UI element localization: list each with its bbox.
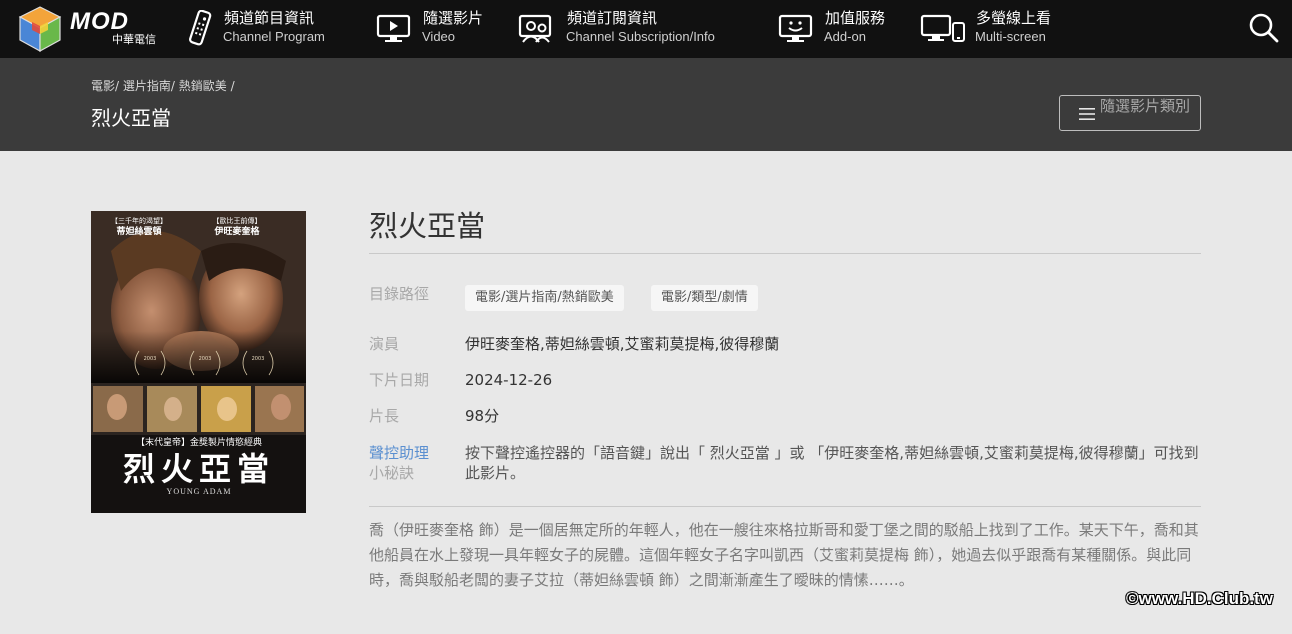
remote-control-icon — [189, 10, 212, 46]
offdate-label: 下片日期 — [369, 371, 430, 389]
nav-video[interactable]: 隨選影片 Video — [376, 8, 491, 50]
nav-label-zh: 隨選影片 — [423, 9, 484, 27]
hamburger-menu-icon — [1079, 108, 1095, 120]
voice-assistant-tip-label: 小秘訣 — [369, 464, 415, 482]
movie-synopsis: 喬（伊旺麥奎格 飾）是一個居無定所的年輕人，他在一艘往來格拉斯哥和愛丁堡之間的駁… — [369, 521, 1199, 589]
nav-multi-screen[interactable]: 多螢線上看 Multi-screen — [920, 8, 1070, 50]
cast-value: 伊旺麥奎格,蒂妲絲雲頓,艾蜜莉莫提梅,彼得穆蘭 — [465, 335, 780, 353]
award-2-year: 2003 — [199, 356, 212, 362]
breadcrumb-separator: / — [230, 79, 235, 93]
video-category-button[interactable]: 隨選影片類別 — [1059, 95, 1201, 131]
nav-label-en: Channel Program — [223, 29, 325, 44]
poster-name-right: 伊旺麥奎格 — [213, 225, 260, 237]
poster-artwork: 【三千年的渴望】 蒂妲絲雲頓 【歐比王前傳】 伊旺麥奎格 2003 2003 2… — [91, 211, 306, 513]
breadcrumb-hot-western[interactable]: 熱銷歐美 — [179, 79, 227, 93]
path-label: 目錄路徑 — [369, 285, 430, 303]
mod-logo[interactable]: MOD 中華電信 — [16, 4, 166, 54]
length-label: 片長 — [369, 407, 400, 425]
poster-name-left: 蒂妲絲雲頓 — [116, 225, 161, 237]
poster-title-en: YOUNG ADAM — [167, 487, 232, 496]
nav-label-zh: 加值服務 — [825, 9, 886, 27]
nav-label-zh: 頻道節目資訊 — [224, 9, 315, 27]
award-1-year: 2003 — [144, 356, 157, 362]
voice-assistant-link[interactable]: 聲控助理 — [369, 443, 429, 463]
tag-movie-guide-western[interactable]: 電影/選片指南/熱銷歐美 — [465, 285, 624, 311]
cast-label: 演員 — [369, 335, 400, 353]
nav-label-en: Add-on — [824, 29, 866, 44]
nav-label-zh: 頻道訂閱資訊 — [567, 9, 658, 27]
nav-channel-subscription[interactable]: 頻道訂閱資訊 Channel Subscription/Info — [516, 8, 756, 50]
video-category-label: 隨選影片類別 — [1100, 97, 1191, 115]
subscription-people-icon — [518, 14, 552, 43]
poster-title: 烈火亞當 — [123, 450, 275, 488]
top-navigation-bar: MOD 中華電信 頻道節目資訊 Channel Program 隨選影片 Vid… — [0, 0, 1292, 58]
poster-tag-right: 【歐比王前傳】 — [213, 216, 262, 225]
breadcrumb-separator: / — [115, 79, 120, 93]
tag-movie-genre-drama[interactable]: 電影/類型/劇情 — [651, 285, 758, 311]
mod-cube-logo-icon — [18, 6, 62, 53]
page-title: 烈火亞當 — [91, 106, 171, 130]
breadcrumb: 電影/ 選片指南/ 熱銷歐美 / — [91, 78, 235, 94]
divider — [369, 506, 1201, 507]
multi-screen-icon — [920, 14, 965, 42]
nav-add-on[interactable]: 加值服務 Add-on — [778, 8, 893, 50]
breadcrumb-movie[interactable]: 電影 — [91, 79, 115, 93]
video-play-icon — [376, 14, 411, 42]
operator-name: 中華電信 — [112, 33, 156, 46]
length-value: 98分 — [465, 407, 500, 425]
award-3-year: 2003 — [252, 356, 265, 362]
movie-title: 烈火亞當 — [369, 209, 486, 243]
voice-assistant-tip-text: 按下聲控遙控器的「語音鍵」說出「 烈火亞當 」或 「伊旺麥奎格,蒂妲絲雲頓,艾蜜… — [465, 444, 1199, 482]
offdate-value: 2024-12-26 — [465, 371, 553, 389]
nav-label-zh: 多螢線上看 — [976, 9, 1052, 27]
divider — [369, 253, 1201, 254]
watermark: ©www.HD.Club.tw — [1126, 589, 1273, 608]
smiley-tv-icon — [778, 14, 813, 42]
nav-label-en: Video — [422, 29, 456, 44]
poster-tagline: 【末代皇帝】金獎製片情慾經典 — [136, 436, 262, 448]
search-button[interactable] — [1248, 12, 1280, 44]
mod-brand-text: MOD — [70, 8, 129, 35]
nav-channel-program[interactable]: 頻道節目資訊 Channel Program — [186, 8, 351, 50]
search-icon — [1249, 13, 1279, 43]
breadcrumb-guide[interactable]: 選片指南 — [123, 79, 171, 93]
nav-label-en: Multi-screen — [975, 29, 1046, 44]
movie-poster: 【三千年的渴望】 蒂妲絲雲頓 【歐比王前傳】 伊旺麥奎格 2003 2003 2… — [91, 211, 306, 513]
poster-tag-left: 【三千年的渴望】 — [111, 216, 167, 225]
breadcrumb-separator: / — [170, 79, 175, 93]
nav-label-en: Channel Subscription/Info — [566, 29, 715, 44]
